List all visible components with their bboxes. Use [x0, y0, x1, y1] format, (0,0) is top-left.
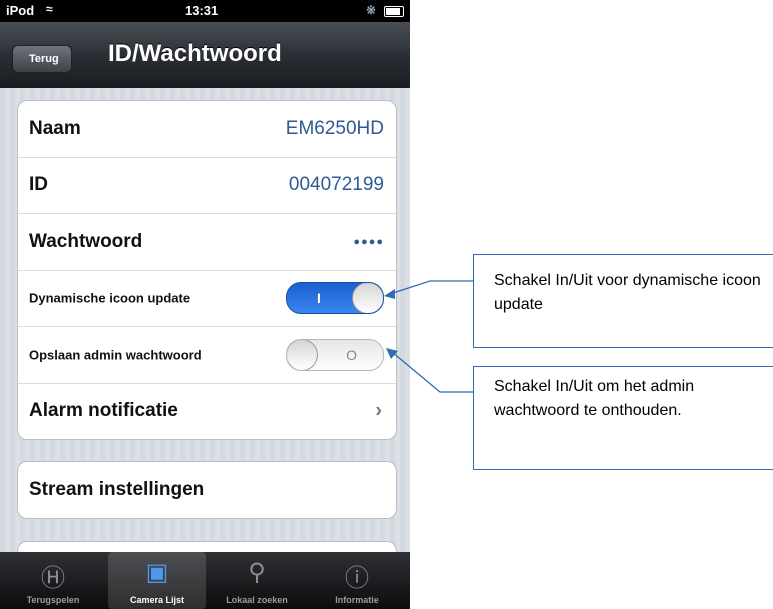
callout-line-2 [391, 351, 473, 393]
annotation-dynamic-icon: Schakel In/Uit voor dynamische icoon upd… [473, 254, 773, 348]
callout-arrow-1 [384, 289, 395, 299]
callout-arrow-2 [386, 348, 398, 359]
callout-line-1 [389, 280, 473, 295]
annotation-admin-password: Schakel In/Uit om het admin wachtwoord t… [473, 366, 773, 470]
